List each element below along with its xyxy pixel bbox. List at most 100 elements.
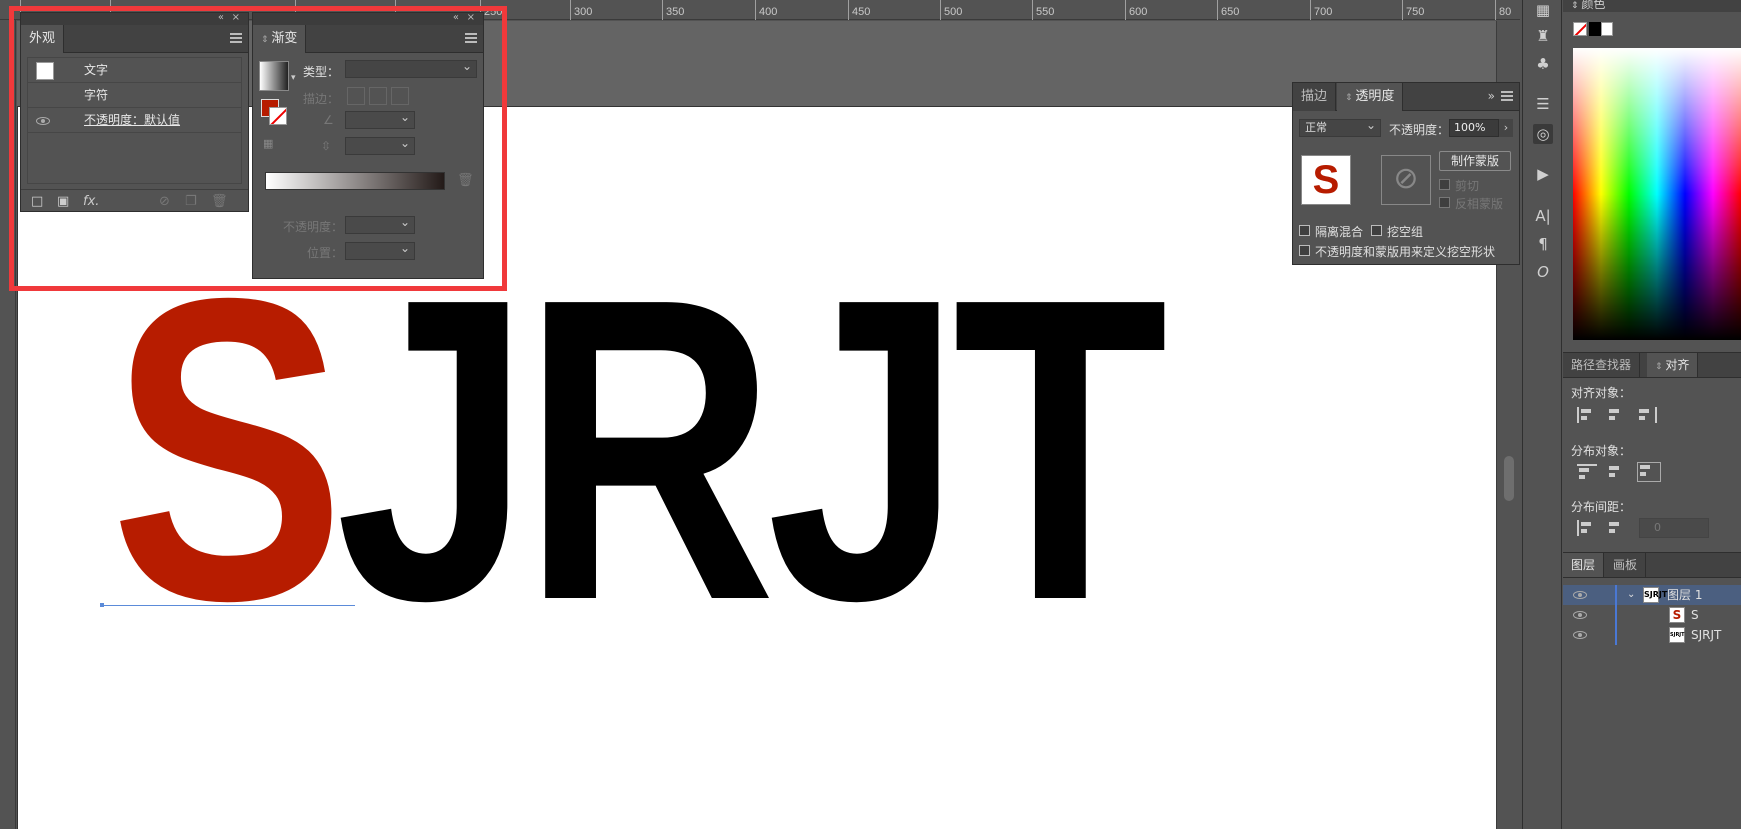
eye-icon[interactable]: [1573, 611, 1587, 619]
spacing-horizontal-icon[interactable]: [1607, 520, 1627, 536]
scroll-thumb[interactable]: [1504, 456, 1514, 501]
opacity-arrow[interactable]: ›: [1499, 119, 1513, 137]
illustrator-window: 250 300 350 400 450 500 550 600 650 700 …: [0, 0, 1741, 829]
invert-mask-checkbox[interactable]: [1439, 197, 1450, 208]
isolate-blend-label: 隔离混合: [1315, 225, 1364, 239]
tab-layers[interactable]: 图层: [1563, 553, 1605, 577]
tab-transparency[interactable]: ⇕ 透明度: [1337, 83, 1404, 111]
tab-artboards[interactable]: 画板: [1605, 553, 1647, 577]
layer-name[interactable]: S: [1691, 605, 1699, 625]
tab-pathfinder[interactable]: 路径查找器: [1563, 353, 1641, 377]
layer-row-sjrjt[interactable]: SJRJT SJRJT: [1563, 625, 1741, 645]
isolate-blend-checkbox[interactable]: [1299, 225, 1310, 236]
align-objects-label: 对齐对象：: [1571, 386, 1632, 400]
opacity-label: 不透明度：: [1389, 123, 1450, 137]
knockout-group-checkbox[interactable]: [1371, 225, 1382, 236]
tab-stroke[interactable]: 描边: [1293, 83, 1337, 111]
chevron-down-icon[interactable]: ⌄: [1627, 585, 1635, 605]
character-icon[interactable]: A|: [1533, 206, 1553, 226]
no-mask-icon[interactable]: ⊘: [1381, 155, 1431, 205]
layer-name[interactable]: 图层 1: [1667, 585, 1702, 605]
distribute-center-icon[interactable]: [1607, 464, 1627, 480]
ruler-label: 80: [1499, 6, 1512, 18]
object-thumbnail[interactable]: S: [1301, 155, 1351, 205]
layer-row-layer1[interactable]: ⌄ SJRJT 图层 1: [1563, 585, 1741, 605]
tab-label: 颜色: [1581, 0, 1606, 11]
ruler-label: 450: [852, 6, 871, 18]
color-spectrum[interactable]: [1573, 48, 1741, 340]
ruler-tick: 500: [940, 0, 962, 20]
letters-jrjt[interactable]: JRJT: [335, 235, 1168, 665]
stroke-icon[interactable]: ☰: [1533, 94, 1553, 114]
transparency-panel: 描边 ⇕ 透明度 » 正常 不透明度： 100% › S ⊘ 制作蒙版 剪切 反…: [1292, 82, 1520, 265]
make-mask-button[interactable]: 制作蒙版: [1439, 151, 1511, 171]
ruler-tick: 300: [570, 0, 592, 20]
distribute-objects-label: 分布对象：: [1571, 444, 1632, 458]
ruler-label: 750: [1406, 6, 1425, 18]
transparency-icon[interactable]: ◎: [1533, 124, 1553, 144]
distribute-bottom-icon[interactable]: [1637, 462, 1661, 482]
eye-icon[interactable]: [1573, 591, 1587, 599]
clip-label: 剪切: [1455, 179, 1480, 193]
tab-label: 透明度: [1355, 89, 1395, 104]
text-baseline: [100, 603, 355, 607]
ruler-label: 500: [944, 6, 963, 18]
sort-icon: ⇕: [1571, 1, 1582, 11]
right-dock: ⇕ 颜色 路径查找器 ⇕ 对齐 对齐对象： 分布对象： 分布间距： 0 图层 画…: [1563, 0, 1741, 829]
expand-icon[interactable]: »: [1488, 89, 1495, 103]
opentype-icon[interactable]: O: [1533, 262, 1553, 282]
opacity-input[interactable]: 100%: [1449, 119, 1499, 137]
ruler-label: 550: [1036, 6, 1055, 18]
tab-align[interactable]: ⇕ 对齐: [1647, 353, 1699, 377]
ruler-tick: 650: [1217, 0, 1239, 20]
eye-icon[interactable]: [1573, 631, 1587, 639]
layer-color-bar: [1615, 625, 1617, 645]
layer-color-bar: [1615, 605, 1617, 625]
sort-icon: ⇕: [1345, 93, 1356, 103]
ruler-label: 400: [759, 6, 778, 18]
align-right-icon[interactable]: [1637, 407, 1657, 423]
opacity-mask-label: 不透明度和蒙版用来定义挖空形状: [1315, 245, 1496, 259]
align-left-icon[interactable]: [1577, 407, 1597, 423]
ruler-tick: 400: [755, 0, 777, 20]
brushes-icon[interactable]: ♜: [1533, 26, 1553, 46]
red-highlight-box: [9, 6, 507, 291]
black-swatch[interactable]: [1589, 22, 1601, 36]
ruler-label: 700: [1314, 6, 1333, 18]
ruler-tick: 350: [662, 0, 684, 20]
layers-tabbar: 图层 画板: [1563, 552, 1741, 578]
letter-s[interactable]: S: [110, 235, 345, 665]
layer-row-s[interactable]: S S: [1563, 605, 1741, 625]
panel-menu-icon[interactable]: [1501, 91, 1513, 101]
sort-icon: ⇕: [1655, 362, 1666, 372]
ruler-tick: 600: [1125, 0, 1147, 20]
ruler-label: 300: [574, 6, 593, 18]
ruler-tick: 80: [1495, 0, 1511, 20]
ruler-tick: 700: [1310, 0, 1332, 20]
layer-thumbnail: S: [1669, 607, 1685, 623]
spacing-vertical-icon[interactable]: [1577, 520, 1597, 536]
none-swatch[interactable]: [1573, 22, 1587, 36]
panel-icon-strip: ▦ ♜ ♣ ☰ ◎ ▶ A| ¶ O: [1522, 0, 1562, 829]
clip-checkbox[interactable]: [1439, 179, 1450, 190]
symbols-icon[interactable]: ♣: [1533, 54, 1553, 74]
artwork-text[interactable]: S JRJT: [110, 235, 1168, 665]
opacity-mask-checkbox[interactable]: [1299, 245, 1310, 256]
layer-name[interactable]: SJRJT: [1691, 625, 1721, 645]
white-swatch[interactable]: [1601, 22, 1613, 36]
layer-thumbnail: SJRJT: [1669, 627, 1685, 643]
ruler-label: 350: [666, 6, 685, 18]
actions-icon[interactable]: ▶: [1533, 164, 1553, 184]
ruler-tick: 550: [1032, 0, 1054, 20]
paragraph-icon[interactable]: ¶: [1533, 234, 1553, 254]
swatches-icon[interactable]: ▦: [1533, 0, 1553, 20]
layer-color-bar: [1615, 585, 1617, 605]
tab-color[interactable]: ⇕ 颜色: [1571, 0, 1605, 12]
ruler-tick: 450: [848, 0, 870, 20]
blend-mode-select[interactable]: 正常: [1299, 117, 1381, 137]
color-panel-header: ⇕ 颜色: [1563, 0, 1741, 12]
invert-mask-label: 反相蒙版: [1455, 197, 1504, 211]
distribute-top-icon[interactable]: [1577, 464, 1597, 480]
spacing-input[interactable]: 0: [1639, 518, 1709, 538]
align-center-icon[interactable]: [1607, 407, 1627, 423]
